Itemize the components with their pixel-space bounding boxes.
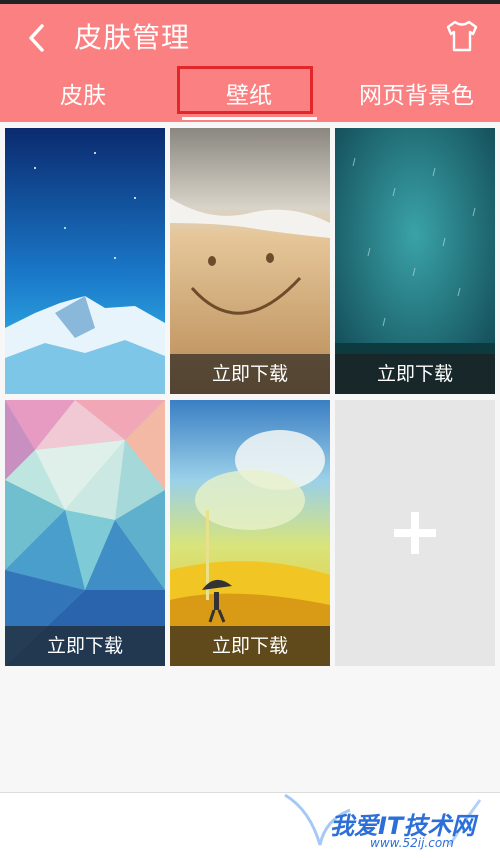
tab-skin[interactable]: 皮肤: [0, 76, 166, 118]
wallpaper-tile[interactable]: [5, 128, 165, 394]
wallpaper-tile[interactable]: 立即下载: [170, 128, 330, 394]
add-wallpaper-button[interactable]: [335, 400, 495, 666]
tab-web-background[interactable]: 网页背景色: [333, 76, 500, 118]
annotation-highlight-box: [177, 66, 313, 114]
watermark-url: www.52ij.com: [370, 836, 454, 850]
tshirt-icon[interactable]: [444, 18, 480, 54]
active-tab-indicator: [182, 117, 317, 120]
wallpaper-tile[interactable]: 立即下载: [170, 400, 330, 666]
download-button[interactable]: 立即下载: [335, 354, 495, 394]
wallpaper-image: [5, 128, 165, 394]
chevron-left-icon[interactable]: [18, 18, 58, 58]
page-title: 皮肤管理: [74, 21, 191, 54]
wallpaper-tile[interactable]: 立即下载: [335, 128, 495, 394]
wallpaper-tile[interactable]: 立即下载: [5, 400, 165, 666]
download-button[interactable]: 立即下载: [5, 626, 165, 666]
download-button[interactable]: 立即下载: [170, 626, 330, 666]
download-button[interactable]: 立即下载: [170, 354, 330, 394]
